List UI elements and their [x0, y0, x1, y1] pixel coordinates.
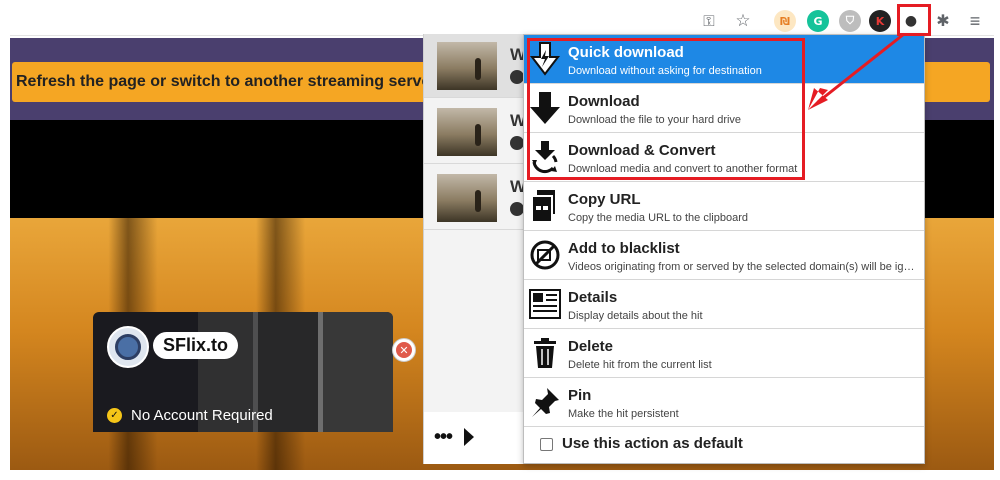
menu-item-title: Delete: [568, 338, 614, 355]
menu-item-add-to-blacklist[interactable]: Add to blacklist Videos originating from…: [524, 231, 924, 280]
hit-thumbnail: [437, 108, 497, 156]
hit-thumbnail: [437, 42, 497, 90]
popup-footer: •••: [424, 412, 527, 464]
puzzle-icon[interactable]: ✱: [932, 10, 954, 32]
default-action-row[interactable]: Use this action as default: [524, 427, 924, 463]
annotation-arrow: [808, 32, 905, 110]
pin-icon: [528, 385, 562, 419]
video-downloader-icon[interactable]: ●: [900, 10, 922, 32]
hits-list: W W W •••: [423, 34, 527, 464]
menu-item-title: Download & Convert: [568, 142, 716, 159]
hit-item[interactable]: W: [424, 166, 527, 230]
hit-status-icon: [510, 70, 524, 84]
more-options-button[interactable]: •••: [434, 426, 453, 449]
sflix-ad[interactable]: SFlix.to ✓ No Account Required: [93, 312, 393, 432]
extension-1-icon[interactable]: ₪: [774, 10, 796, 32]
menu-item-desc: Delete hit from the current list: [568, 359, 712, 371]
hit-item[interactable]: W: [424, 100, 527, 164]
hit-thumbnail: [437, 174, 497, 222]
hit-status-icon: [510, 202, 524, 216]
quick-download-icon: [528, 42, 562, 76]
shield-icon[interactable]: ⛉: [839, 10, 861, 32]
default-action-checkbox[interactable]: [540, 438, 553, 451]
film-reel-icon: [107, 326, 149, 368]
menu-item-desc: Copy the media URL to the clipboard: [568, 212, 748, 224]
menu-item-title: Copy URL: [568, 191, 641, 208]
copy-url-icon: [528, 189, 562, 223]
menu-item-pin[interactable]: Pin Make the hit persistent: [524, 378, 924, 427]
download-convert-icon: [528, 140, 562, 174]
menu-item-desc: Download media and convert to another fo…: [568, 163, 798, 175]
trash-icon: [528, 336, 562, 370]
details-icon: [528, 287, 562, 321]
default-action-label: Use this action as default: [562, 435, 743, 452]
menu-item-download-convert[interactable]: Download & Convert Download media and co…: [524, 133, 924, 182]
key-icon[interactable]: ⚿: [698, 10, 720, 32]
hit-item[interactable]: W: [424, 34, 527, 98]
menu-item-title: Quick download: [568, 44, 684, 61]
hit-status-icon: [510, 136, 524, 150]
menu-item-desc: Make the hit persistent: [568, 408, 679, 420]
menu-item-details[interactable]: Details Display details about the hit: [524, 280, 924, 329]
menu-item-title: Add to blacklist: [568, 240, 680, 257]
menu-item-desc: Videos originating from or served by the…: [568, 261, 920, 273]
grammarly-icon[interactable]: G: [807, 10, 829, 32]
close-icon: ✕: [396, 342, 412, 358]
download-arrow-icon: [528, 91, 562, 125]
play-arrow-icon[interactable]: [464, 428, 474, 446]
checkmark-icon: ✓: [107, 408, 122, 423]
menu-item-title: Details: [568, 289, 618, 306]
menu-item-title: Download: [568, 93, 640, 110]
menu-item-delete[interactable]: Delete Delete hit from the current list: [524, 329, 924, 378]
media-controls-icon[interactable]: ≡: [964, 10, 986, 32]
ad-tagline: No Account Required: [131, 407, 273, 424]
ad-close-button[interactable]: ✕: [392, 338, 416, 362]
blacklist-icon: [528, 238, 562, 272]
menu-item-desc: Display details about the hit: [568, 310, 703, 322]
menu-item-copy-url[interactable]: Copy URL Copy the media URL to the clipb…: [524, 182, 924, 231]
menu-item-title: Pin: [568, 387, 592, 404]
extension-k-icon[interactable]: K: [869, 10, 891, 32]
ad-brand: SFlix.to: [153, 332, 239, 359]
bookmark-star-icon[interactable]: ☆: [732, 10, 754, 32]
